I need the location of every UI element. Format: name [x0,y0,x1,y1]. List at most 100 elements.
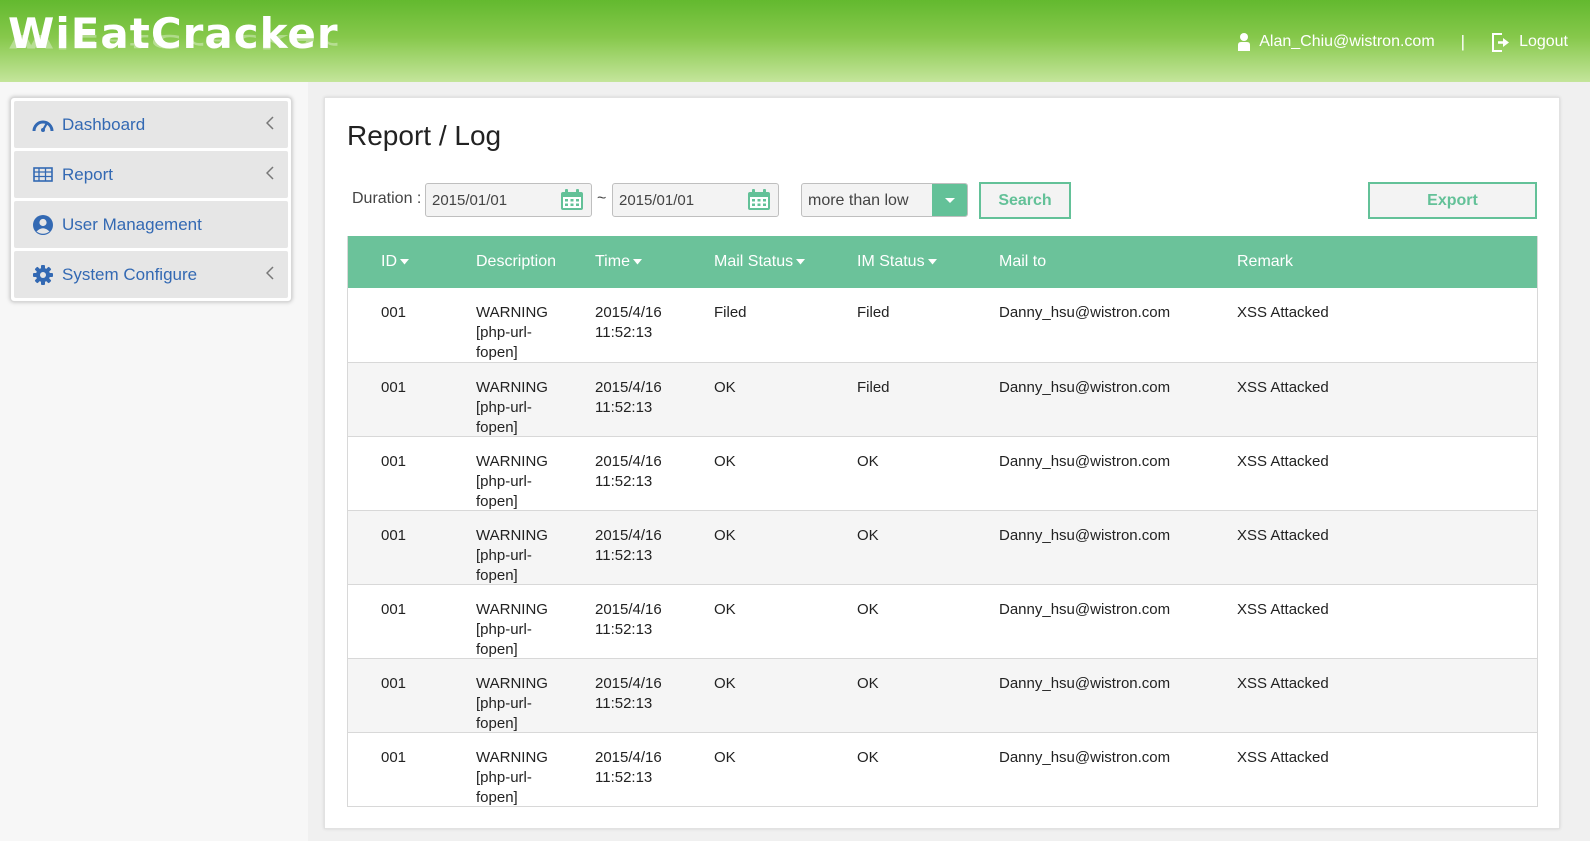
date-from-field[interactable] [425,183,592,217]
export-button[interactable]: Export [1368,182,1537,219]
cell-mail-status: OK [714,527,736,544]
cell-mail-to: Danny_hsu@wistron.com [999,527,1171,544]
dashboard-gauge-icon [32,114,54,136]
user-circle-icon [32,214,54,236]
user-icon [1237,32,1251,52]
cell-remark: XSS Attacked [1237,601,1329,618]
table-row[interactable]: 001 WARNING [php-url-fopen] 2015/4/16 11:5… [348,732,1537,806]
sidebar-nav: Dashboard Report User Management System … [10,97,292,302]
page-title: Report / Log [347,120,502,151]
logout-button[interactable]: Logout [1491,32,1568,52]
user-email[interactable]: Alan_Chiu@wistron.com [1259,33,1434,51]
column-label: Remark [1237,253,1294,270]
logout-label: Logout [1519,33,1568,50]
cell-description: WARNING [php-url-fopen] [476,304,548,361]
caret-down-icon[interactable] [932,184,967,216]
column-header-time[interactable]: Time [595,253,642,271]
cell-im-status: Filed [857,379,890,396]
cell-time: 2015/4/16 11:52:13 [595,453,662,490]
column-header-mail-status[interactable]: Mail Status [714,253,806,271]
cell-remark: XSS Attacked [1237,453,1329,470]
cell-time: 2015/4/16 11:52:13 [595,527,662,564]
cell-id: 001 [381,601,407,618]
cell-remark: XSS Attacked [1237,304,1329,321]
table-row[interactable]: 001 WARNING [php-url-fopen] 2015/4/16 11:5… [348,288,1537,362]
table-row[interactable]: 001 WARNING [php-url-fopen] 2015/4/16 11:5… [348,362,1537,436]
sort-caret-icon [400,259,409,265]
sidebar-item-report[interactable]: Report [14,151,288,198]
calendar-icon[interactable] [747,189,771,216]
search-button[interactable]: Search [979,182,1071,219]
cell-mail-to: Danny_hsu@wistron.com [999,304,1171,321]
log-table: ID Description Time Mail Status IM Statu… [347,236,1538,807]
date-from-input[interactable] [426,191,546,209]
cell-description: WARNING [php-url-fopen] [476,453,548,510]
cell-time: 2015/4/16 11:52:13 [595,749,662,786]
cell-remark: XSS Attacked [1237,527,1329,544]
cell-id: 001 [381,453,407,470]
severity-select[interactable]: more than low [801,183,968,217]
cell-id: 001 [381,379,407,396]
sidebar-item-system-configure[interactable]: System Configure [14,251,288,298]
column-label: Mail to [999,253,1047,270]
cell-id: 001 [381,749,407,766]
sort-caret-icon [632,259,642,265]
cell-time: 2015/4/16 11:52:13 [595,675,662,712]
sidebar-item-label: System Configure [62,264,198,284]
table-row[interactable]: 001 WARNING [php-url-fopen] 2015/4/16 11:5… [348,436,1537,510]
gear-icon [32,264,54,286]
cell-mail-to: Danny_hsu@wistron.com [999,675,1171,692]
sidebar-item-label: Report [62,164,114,184]
cell-id: 001 [381,527,407,544]
cell-mail-status: OK [714,453,736,470]
main-panel: Report / Log Duration : ~ more than low … [324,97,1560,829]
cell-im-status: OK [857,601,879,618]
column-header-remark: Remark [1237,253,1293,271]
cell-mail-to: Danny_hsu@wistron.com [999,379,1171,396]
cell-description: WARNING [php-url-fopen] [476,527,548,584]
severity-value: more than low [808,192,909,209]
sort-caret-icon [796,259,806,265]
column-label: Description [476,253,557,270]
logout-icon [1491,32,1511,52]
calendar-icon[interactable] [560,189,584,216]
cell-time: 2015/4/16 11:52:13 [595,379,662,416]
cell-remark: XSS Attacked [1237,675,1329,692]
column-header-id[interactable]: ID [381,253,409,271]
table-row[interactable]: 001 WARNING [php-url-fopen] 2015/4/16 11:5… [348,584,1537,658]
cell-time: 2015/4/16 11:52:13 [595,304,662,341]
table-row[interactable]: 001 WARNING [php-url-fopen] 2015/4/16 11:5… [348,658,1537,732]
range-separator: ~ [597,190,607,207]
column-label: Time [595,253,630,270]
top-header: WiEatCracker WiEatCracker Alan_Chiu@wist… [0,0,1590,82]
sidebar-item-label: User Management [62,214,202,234]
sidebar-item-label: Dashboard [62,114,146,134]
cell-mail-status: OK [714,675,736,692]
cell-id: 001 [381,675,407,692]
cell-remark: XSS Attacked [1237,749,1329,766]
cell-im-status: OK [857,527,879,544]
sidebar-item-dashboard[interactable]: Dashboard [14,101,288,148]
table-row[interactable]: 001 WARNING [php-url-fopen] 2015/4/16 11:5… [348,510,1537,584]
table-header: ID Description Time Mail Status IM Statu… [348,236,1537,288]
cell-im-status: OK [857,749,879,766]
cell-description: WARNING [php-url-fopen] [476,675,548,732]
cell-mail-to: Danny_hsu@wistron.com [999,749,1171,766]
duration-label: Duration : [352,190,422,207]
cell-description: WARNING [php-url-fopen] [476,749,548,806]
column-label: Mail Status [714,253,794,270]
cell-description: WARNING [php-url-fopen] [476,601,548,658]
column-header-im-status[interactable]: IM Status [857,253,937,271]
cell-im-status: Filed [857,304,890,321]
column-label: IM Status [857,253,925,270]
user-area: Alan_Chiu@wistron.com | Logout [1237,32,1568,52]
app-logo-reflection: WiEatCracker [8,30,339,53]
table-icon [32,164,54,186]
cell-remark: XSS Attacked [1237,379,1329,396]
sidebar-item-user-management[interactable]: User Management [14,201,288,248]
cell-im-status: OK [857,675,879,692]
date-to-field[interactable] [612,183,779,217]
date-to-input[interactable] [613,191,733,209]
chevron-left-icon [265,266,274,285]
cell-id: 001 [381,304,407,321]
